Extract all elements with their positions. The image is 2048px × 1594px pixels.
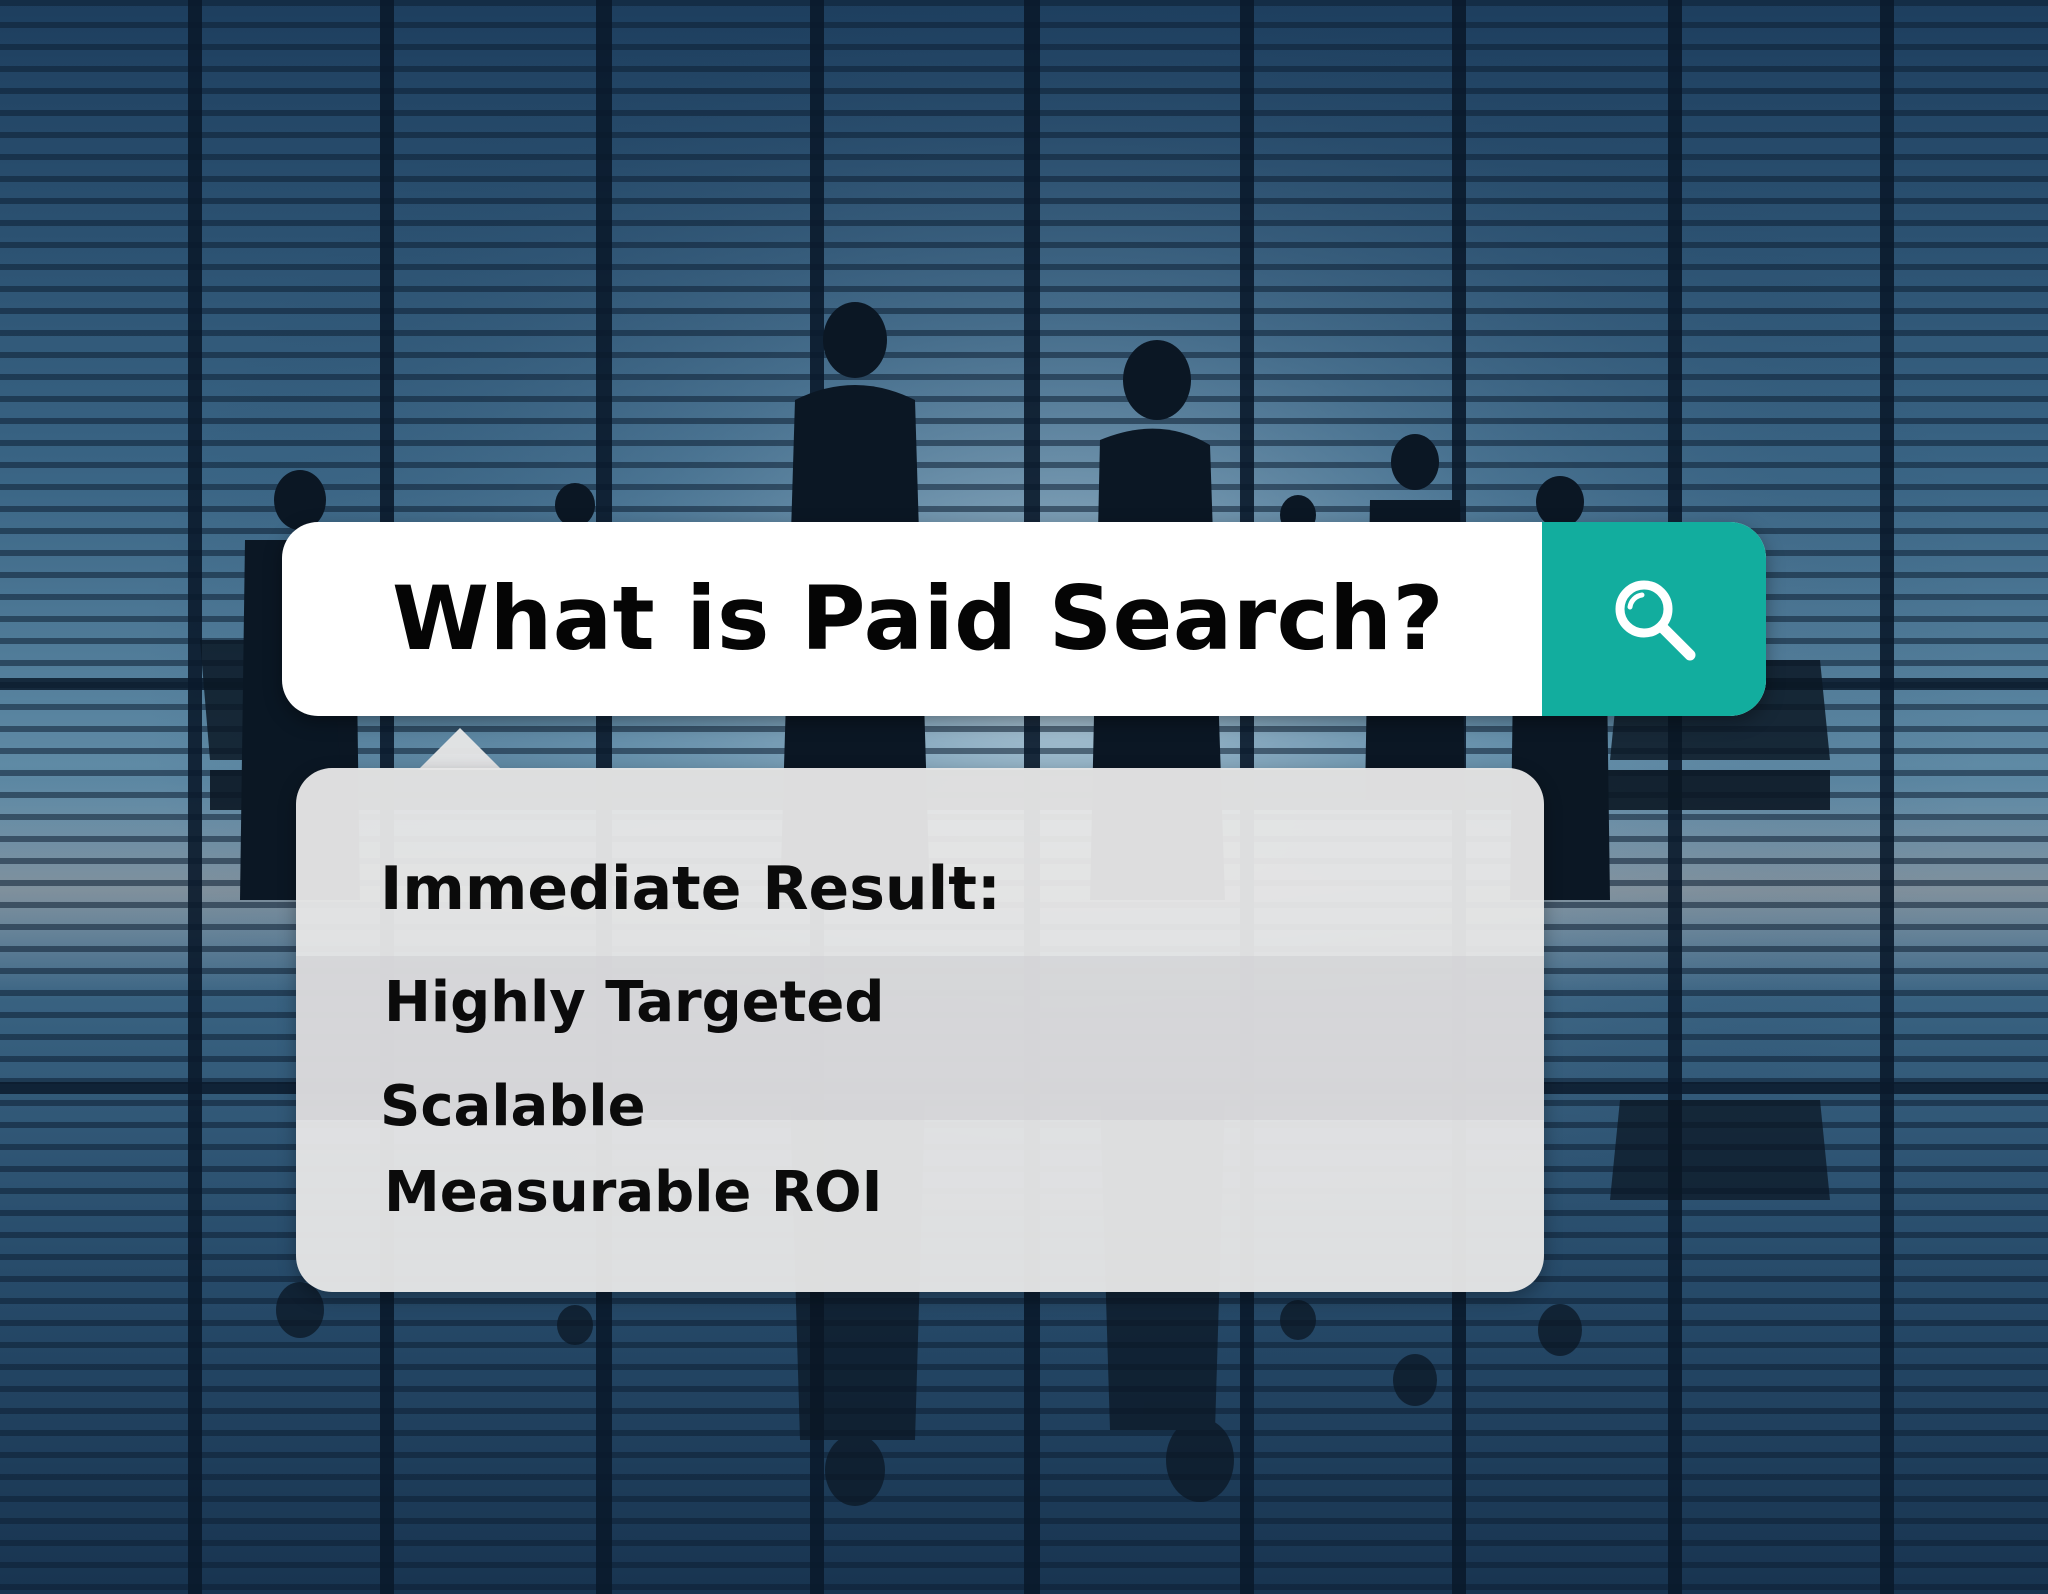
search-button[interactable]: [1542, 522, 1766, 716]
search-suggestions-dropdown: Immediate Result: Highly Targeted Scalab…: [296, 768, 1544, 1292]
dropdown-pointer: [418, 728, 502, 770]
search-icon: [1615, 580, 1696, 661]
suggestion-measurable-roi[interactable]: Measurable ROI: [384, 1160, 882, 1225]
suggestion-highly-targeted[interactable]: Highly Targeted: [384, 970, 885, 1035]
suggestion-immediate-result[interactable]: Immediate Result:: [380, 854, 1001, 924]
search-bar[interactable]: What is Paid Search?: [282, 522, 1766, 716]
search-query-text[interactable]: What is Paid Search?: [392, 522, 1444, 716]
suggestion-scalable[interactable]: Scalable: [380, 1074, 646, 1139]
promo-graphic: What is Paid Search? Immediate Result: H…: [0, 0, 2048, 1594]
